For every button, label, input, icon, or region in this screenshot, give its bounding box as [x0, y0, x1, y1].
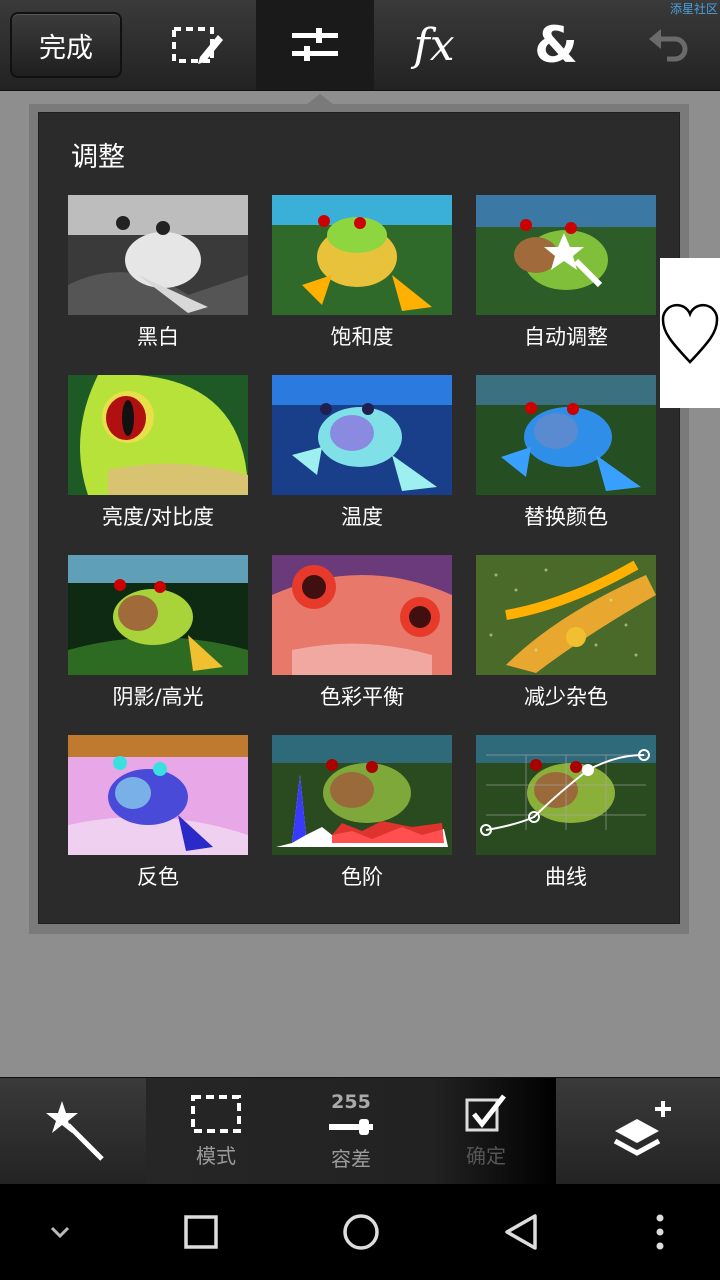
selection-edit-icon	[172, 27, 223, 64]
bottom-toolbar: 模式 255 容差 确定	[0, 1077, 720, 1185]
tile-label: 黑白	[137, 325, 179, 349]
tile-label: 阴影/高光	[112, 685, 204, 709]
tolerance-label: 容差	[331, 1147, 371, 1171]
thumbnail	[68, 195, 248, 315]
confirm-label: 确定	[466, 1144, 506, 1168]
magic-wand-icon	[46, 1100, 104, 1161]
top-toolbar: 完成 fx &	[0, 0, 720, 91]
thumbnail	[272, 555, 452, 675]
tolerance-slider[interactable]: 255 容差	[296, 1078, 406, 1185]
thumbnail	[68, 375, 248, 495]
home-circle-icon	[343, 1214, 379, 1250]
tile-label: 温度	[341, 505, 383, 529]
tile-label: 色阶	[341, 865, 383, 889]
add-layer-button[interactable]	[590, 1078, 690, 1185]
system-nav-bar	[0, 1184, 720, 1280]
adjust-auto[interactable]: 自动调整	[476, 195, 656, 365]
tile-label: 色彩平衡	[320, 685, 404, 709]
adjust-brightness-contrast[interactable]: 亮度/对比度	[68, 375, 248, 545]
panel-caret	[302, 94, 338, 108]
chevron-down-icon	[50, 1226, 70, 1239]
tolerance-value: 255	[331, 1091, 371, 1113]
back-button[interactable]	[490, 1184, 552, 1280]
adjustments-tab[interactable]	[256, 0, 374, 90]
adjust-sliders-icon	[292, 28, 338, 61]
tile-label: 减少杂色	[524, 685, 608, 709]
checkbox-icon	[465, 1094, 506, 1132]
adjustments-panel: 调整 黑白 饱和度 自动调整 亮度/对比度 温度 替换颜色 阴影/高光 色彩平衡…	[38, 112, 680, 924]
tile-label: 亮度/对比度	[101, 505, 215, 529]
adjust-color-balance[interactable]: 色彩平衡	[272, 555, 452, 725]
confirm-button[interactable]: 确定	[436, 1078, 536, 1185]
thumbnail	[68, 735, 248, 855]
ampersand-icon: &	[534, 16, 578, 74]
watermark-text: 添星社区	[669, 2, 718, 16]
thumbnail	[476, 555, 656, 675]
effects-fx-icon: fx	[413, 19, 455, 71]
adjust-replace-color[interactable]: 替换颜色	[476, 375, 656, 545]
effects-fx-button[interactable]: fx	[374, 0, 494, 90]
heart-icon	[661, 303, 719, 364]
undo-icon	[649, 29, 688, 62]
thumbnail	[476, 195, 656, 315]
adjust-curves[interactable]: 曲线	[476, 735, 656, 905]
thumbnail	[476, 735, 656, 855]
selection-rect-icon	[191, 1095, 241, 1133]
adjust-invert[interactable]: 反色	[68, 735, 248, 905]
adjust-levels[interactable]: 色阶	[272, 735, 452, 905]
magic-wand-button[interactable]	[20, 1078, 130, 1185]
adjust-black-white[interactable]: 黑白	[68, 195, 248, 365]
tile-label: 自动调整	[524, 325, 608, 349]
mode-label: 模式	[196, 1144, 236, 1168]
thumbnail	[272, 375, 452, 495]
tile-label: 饱和度	[330, 325, 394, 349]
layers-add-icon	[613, 1100, 671, 1156]
tile-label: 替换颜色	[524, 505, 608, 529]
more-dots-icon	[656, 1214, 664, 1250]
hide-keyboard-button[interactable]	[30, 1184, 90, 1280]
back-triangle-icon	[505, 1214, 537, 1250]
ampersand-button[interactable]: &	[494, 0, 618, 90]
panel-title: 调整	[71, 142, 125, 173]
thumbnail	[272, 735, 452, 855]
mode-button[interactable]: 模式	[166, 1078, 266, 1185]
selection-options-group: 模式 255 容差 确定	[146, 1078, 556, 1185]
thumbnail	[272, 195, 452, 315]
tile-label: 曲线	[545, 865, 587, 889]
thumbnail	[68, 555, 248, 675]
thumbnail	[476, 375, 656, 495]
adjust-shadows-highlights[interactable]: 阴影/高光	[68, 555, 248, 725]
recents-square-icon	[184, 1215, 218, 1249]
more-options-button[interactable]	[630, 1184, 690, 1280]
done-button[interactable]: 完成	[10, 12, 122, 78]
tile-label: 反色	[137, 865, 179, 889]
selection-tool-button[interactable]	[140, 0, 256, 90]
slider-icon	[329, 1119, 373, 1135]
adjust-saturation[interactable]: 饱和度	[272, 195, 452, 365]
recents-button[interactable]	[170, 1184, 232, 1280]
adjust-temperature[interactable]: 温度	[272, 375, 452, 545]
favorite-button[interactable]	[660, 258, 720, 408]
home-button[interactable]	[330, 1184, 392, 1280]
adjust-reduce-noise[interactable]: 减少杂色	[476, 555, 656, 725]
